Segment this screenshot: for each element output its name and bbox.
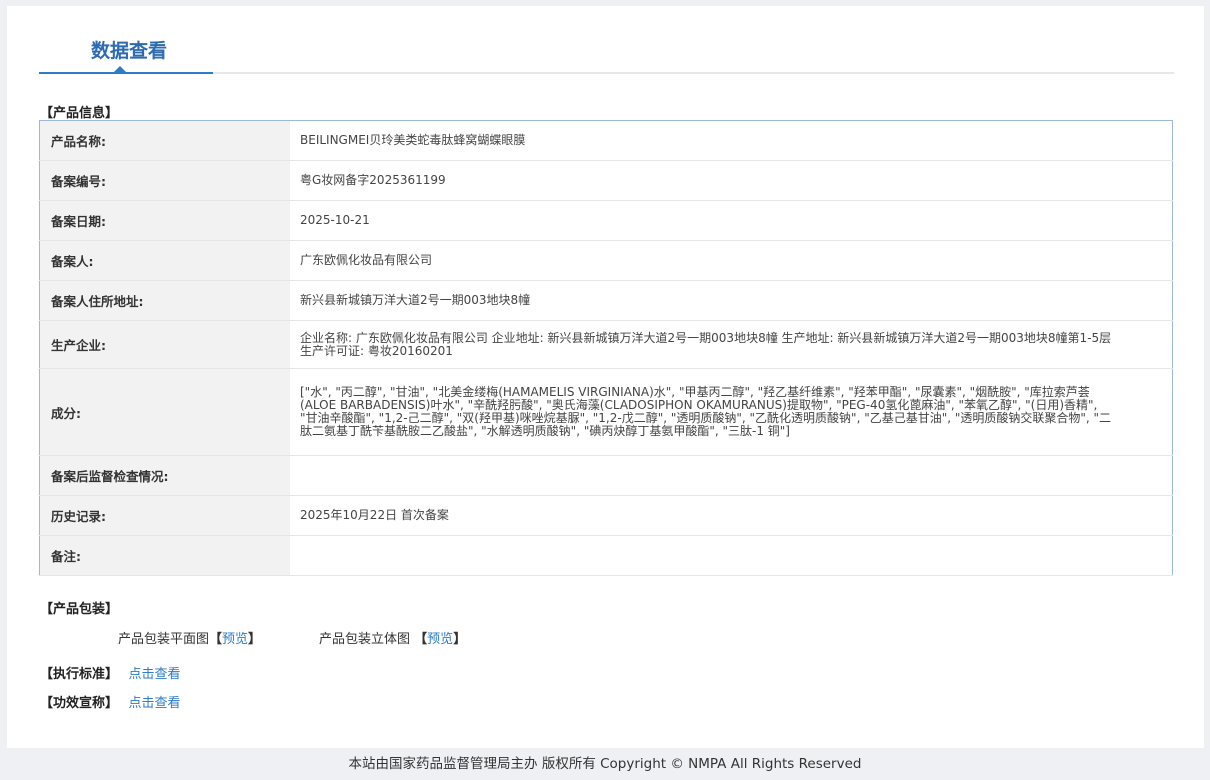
standard-view-link[interactable]: 点击查看 — [129, 667, 181, 682]
bracket-open: 【 — [414, 632, 428, 647]
footer-text: 本站由国家药品监督管理局主办 版权所有 Copyright © NMPA All… — [348, 756, 862, 772]
row-value: 2025-10-21 — [290, 200, 1173, 241]
row-key: 备案编号: — [39, 160, 290, 201]
row-key: 备案后监督检查情况: — [39, 455, 290, 496]
tab-data-view[interactable]: 数据查看 — [91, 36, 167, 63]
section-standard: 【执行标准】 点击查看 — [40, 663, 181, 682]
row-value: 广东欧佩化妆品有限公司 — [290, 240, 1173, 281]
section-product-info: 【产品信息】 — [40, 106, 119, 121]
bracket-open: 【 — [209, 632, 223, 647]
row-value: ["水", "丙二醇", "甘油", "北美金缕梅(HAMAMELIS VIRG… — [290, 368, 1173, 456]
bracket-close: 】 — [248, 632, 262, 647]
table-row: 成分: ["水", "丙二醇", "甘油", "北美金缕梅(HAMAMELIS … — [39, 368, 1173, 456]
row-key: 成分: — [39, 368, 290, 456]
row-value: 粤G妆网备字2025361199 — [290, 160, 1173, 201]
row-key: 备案日期: — [39, 200, 290, 241]
row-key: 历史记录: — [39, 495, 290, 536]
bracket-close: 】 — [453, 632, 467, 647]
product-info-table: 产品名称: BEILINGMEI贝玲美类蛇毒肽蜂窝蝴蝶眼膜 备案编号: 粤G妆网… — [39, 120, 1173, 576]
table-row: 生产企业: 企业名称: 广东欧佩化妆品有限公司 企业地址: 新兴县新城镇万洋大道… — [39, 320, 1173, 369]
table-row: 备案日期: 2025-10-21 — [39, 200, 1173, 241]
section-packaging: 【产品包装】 — [40, 602, 119, 617]
preview-solid-link[interactable]: 预览 — [427, 632, 453, 647]
preview-flat-link[interactable]: 预览 — [222, 632, 248, 647]
row-key: 备注: — [39, 535, 290, 576]
row-value: 企业名称: 广东欧佩化妆品有限公司 企业地址: 新兴县新城镇万洋大道2号一期00… — [290, 320, 1173, 369]
row-key: 备案人: — [39, 240, 290, 281]
tab-arrow-icon — [114, 66, 126, 72]
packaging-flat: 产品包装平面图【预览】 — [118, 628, 261, 647]
row-value — [290, 455, 1173, 496]
row-key: 备案人住所地址: — [39, 280, 290, 321]
efficacy-view-link[interactable]: 点击查看 — [129, 696, 181, 711]
table-row: 备案人住所地址: 新兴县新城镇万洋大道2号一期003地块8幢 — [39, 280, 1173, 321]
row-key: 生产企业: — [39, 320, 290, 369]
row-value: 2025年10月22日 首次备案 — [290, 495, 1173, 536]
row-value: BEILINGMEI贝玲美类蛇毒肽蜂窝蝴蝶眼膜 — [290, 120, 1173, 161]
table-row: 备案后监督检查情况: — [39, 455, 1173, 496]
table-row: 备案编号: 粤G妆网备字2025361199 — [39, 160, 1173, 201]
row-value — [290, 535, 1173, 576]
table-row: 产品名称: BEILINGMEI贝玲美类蛇毒肽蜂窝蝴蝶眼膜 — [39, 120, 1173, 161]
table-row: 备案人: 广东欧佩化妆品有限公司 — [39, 240, 1173, 281]
packaging-flat-label: 产品包装平面图 — [118, 632, 210, 647]
standard-label: 【执行标准】 — [40, 667, 119, 682]
efficacy-label: 【功效宣称】 — [40, 696, 119, 711]
tab-active-indicator — [39, 72, 213, 74]
packaging-solid-label: 产品包装立体图 — [319, 632, 411, 647]
row-value: 新兴县新城镇万洋大道2号一期003地块8幢 — [290, 280, 1173, 321]
row-key: 产品名称: — [39, 120, 290, 161]
content-card: 数据查看 【产品信息】 产品名称: BEILINGMEI贝玲美类蛇毒肽蜂窝蝴蝶眼… — [7, 6, 1204, 748]
packaging-solid: 产品包装立体图 【预览】 — [319, 628, 466, 647]
footer: 本站由国家药品监督管理局主办 版权所有 Copyright © NMPA All… — [0, 748, 1210, 780]
table-row: 备注: — [39, 535, 1173, 576]
section-efficacy: 【功效宣称】 点击查看 — [40, 692, 181, 711]
table-row: 历史记录: 2025年10月22日 首次备案 — [39, 495, 1173, 536]
